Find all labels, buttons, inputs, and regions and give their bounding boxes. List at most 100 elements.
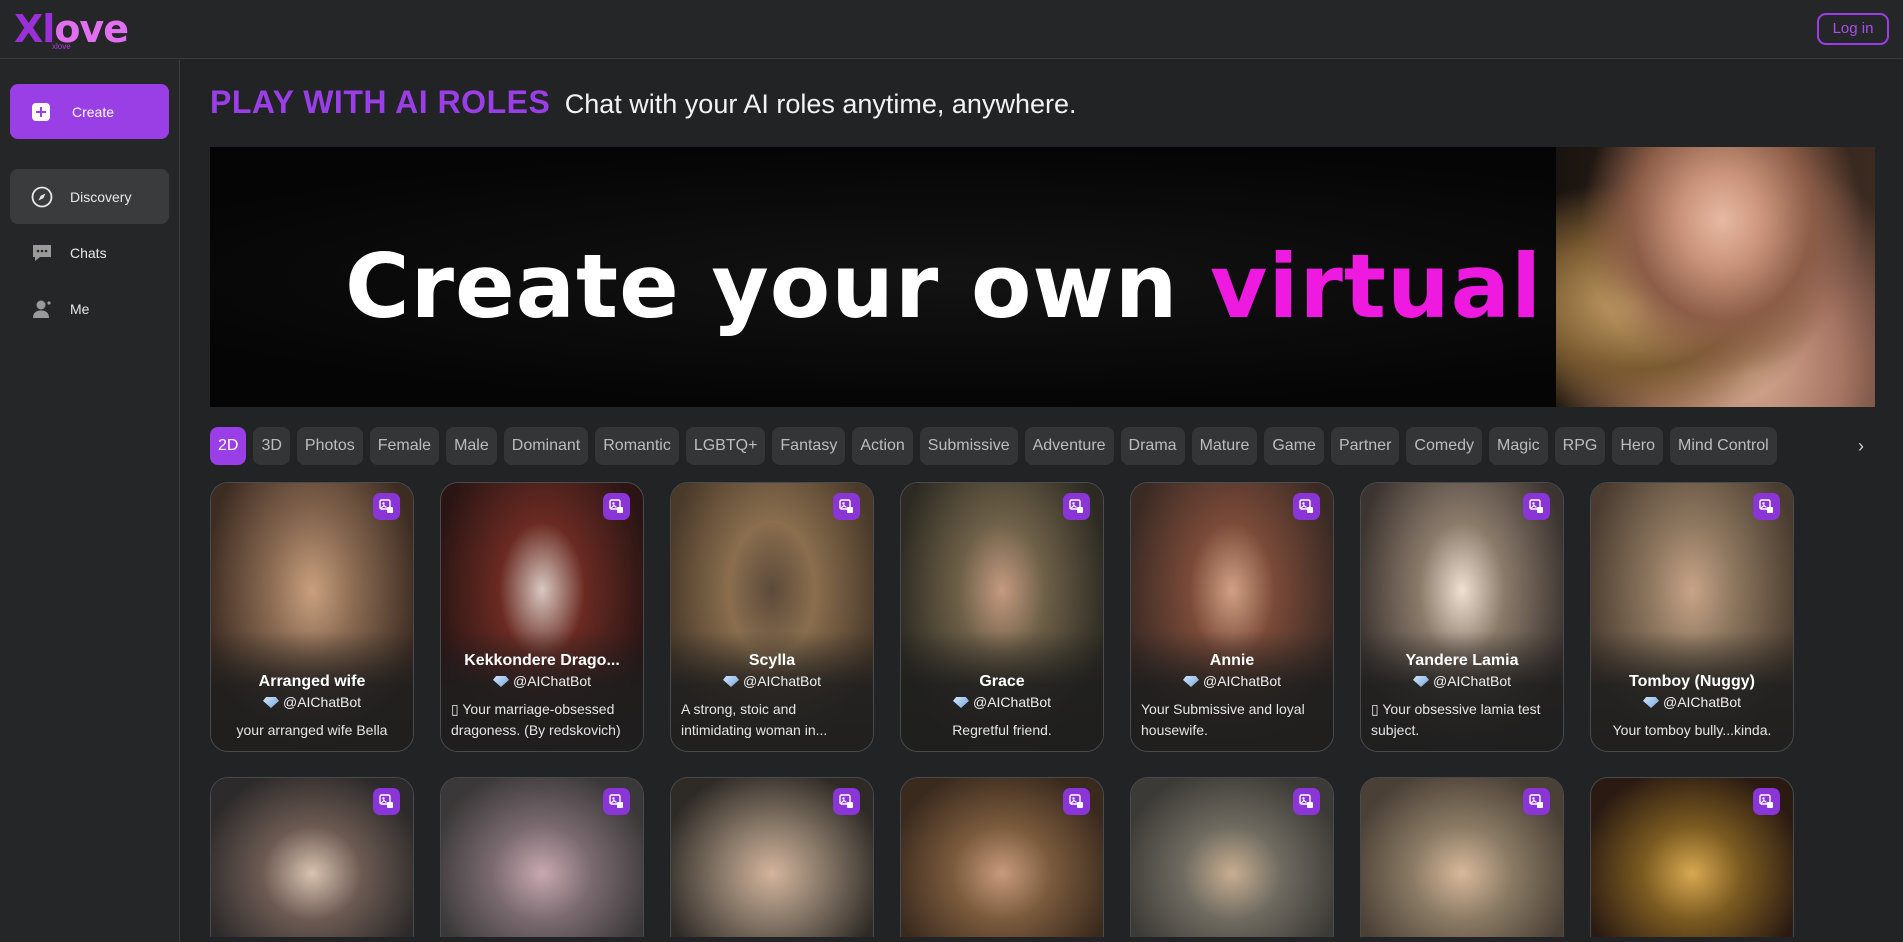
character-description: A strong, stoic and intimidating woman i… xyxy=(681,701,828,738)
category-tag[interactable]: Female xyxy=(369,427,440,465)
category-tag[interactable]: Fantasy xyxy=(772,427,846,465)
page-title: PLAY WITH AI ROLES xyxy=(210,84,551,120)
page-subtitle: Chat with your AI roles anytime, anywher… xyxy=(564,89,1077,119)
character-author: @AIChatBot xyxy=(1141,673,1323,689)
character-card[interactable] xyxy=(1130,777,1334,937)
image-chat-icon[interactable] xyxy=(833,493,860,520)
category-tag[interactable]: Drama xyxy=(1120,427,1185,465)
character-author: @AIChatBot xyxy=(221,694,403,710)
diamond-icon xyxy=(1182,676,1199,687)
chevron-right-icon[interactable]: › xyxy=(1847,427,1875,465)
login-button[interactable]: Log in xyxy=(1817,13,1889,45)
category-tag[interactable]: Hero xyxy=(1612,427,1664,465)
category-tag[interactable]: Male xyxy=(446,427,497,465)
character-card[interactable]: Tomboy (Nuggy) @AIChatBot Your tomboy bull… xyxy=(1590,482,1794,752)
character-card[interactable] xyxy=(440,777,644,937)
category-tag[interactable]: Comedy xyxy=(1406,427,1482,465)
character-card[interactable]: Kekkondere Drago... @AIChatBot ▯ Your marr… xyxy=(440,482,644,752)
banner-model-photo xyxy=(1556,147,1875,407)
character-description: your arranged wife Bella xyxy=(236,722,388,738)
card-info: Tomboy (Nuggy) @AIChatBot Your tomboy bull… xyxy=(1591,673,1793,741)
category-tag[interactable]: 3D xyxy=(253,427,290,465)
card-info: Grace @AIChatBot Regretful friend. xyxy=(901,673,1103,741)
image-chat-icon[interactable] xyxy=(603,788,630,815)
image-chat-icon[interactable] xyxy=(1753,788,1780,815)
category-tag[interactable]: Game xyxy=(1264,427,1324,465)
character-card[interactable] xyxy=(210,777,414,937)
character-card[interactable] xyxy=(1360,777,1564,937)
main-content: PLAY WITH AI ROLES Chat with your AI rol… xyxy=(210,60,1875,942)
character-description: ▯ Your marriage-obsessed dragoness. (By … xyxy=(451,701,621,738)
sidebar-item-chats[interactable]: Chats xyxy=(10,225,169,280)
sidebar-item-label: Discovery xyxy=(70,188,132,205)
image-chat-icon[interactable] xyxy=(1063,788,1090,815)
character-name: Scylla xyxy=(748,652,796,669)
card-info: Yandere Lamia @AIChatBot ▯ Your obsessive … xyxy=(1361,652,1563,741)
create-button[interactable]: Create xyxy=(10,84,169,139)
image-chat-icon[interactable] xyxy=(373,493,400,520)
category-tag[interactable]: Adventure xyxy=(1024,427,1114,465)
image-chat-icon[interactable] xyxy=(603,493,630,520)
diamond-icon xyxy=(492,676,509,687)
category-tag[interactable]: Mature xyxy=(1191,427,1258,465)
category-tag[interactable]: LGBTQ+ xyxy=(685,427,766,465)
sidebar-item-me[interactable]: Me xyxy=(10,281,169,336)
character-name: Arranged wife xyxy=(258,673,366,690)
page-headline: PLAY WITH AI ROLES Chat with your AI rol… xyxy=(210,84,1076,121)
character-card[interactable]: Annie @AIChatBot Your Submissive and loyal… xyxy=(1130,482,1334,752)
image-chat-icon[interactable] xyxy=(1063,493,1090,520)
character-card[interactable]: Scylla @AIChatBot A strong, stoic and inti… xyxy=(670,482,874,752)
chat-bubble-icon xyxy=(30,241,54,265)
category-tag[interactable]: Magic xyxy=(1488,427,1548,465)
author-handle: @AIChatBot xyxy=(742,673,822,689)
plus-icon xyxy=(32,102,50,121)
compass-icon xyxy=(30,185,54,209)
card-info: Kekkondere Drago... @AIChatBot ▯ Your marr… xyxy=(441,652,643,741)
character-description: Your tomboy bully...kinda. xyxy=(1612,722,1772,738)
diamond-icon xyxy=(1412,676,1429,687)
category-tag[interactable]: 2D xyxy=(210,427,247,465)
sidebar-item-label: Chats xyxy=(70,244,107,261)
person-icon xyxy=(30,297,54,321)
category-tag[interactable]: Action xyxy=(852,427,913,465)
image-chat-icon[interactable] xyxy=(833,788,860,815)
diamond-icon xyxy=(722,676,739,687)
character-card[interactable] xyxy=(900,777,1104,937)
logo-subtext: xlove xyxy=(52,42,71,51)
character-card[interactable]: Arranged wife @AIChatBot your arranged wif… xyxy=(210,482,414,752)
author-handle: @AIChatBot xyxy=(972,694,1052,710)
image-chat-icon[interactable] xyxy=(373,788,400,815)
card-info: Arranged wife @AIChatBot your arranged wif… xyxy=(211,673,413,741)
sidebar-item-label: Me xyxy=(70,300,90,317)
character-name: Yandere Lamia xyxy=(1405,652,1519,669)
author-handle: @AIChatBot xyxy=(1662,694,1742,710)
character-name: Annie xyxy=(1209,652,1255,669)
image-chat-icon[interactable] xyxy=(1293,788,1320,815)
character-description: Regretful friend. xyxy=(952,722,1052,738)
author-handle: @AIChatBot xyxy=(282,694,362,710)
category-tag[interactable]: Partner xyxy=(1330,427,1400,465)
xlove-logo[interactable]: Xlove xlove xyxy=(14,6,129,52)
promo-banner[interactable]: Create your own virtual lover xyxy=(210,147,1875,407)
category-tags: 2D 3D Photos Female Male Dominant Romantic LGBT… xyxy=(210,427,1875,465)
card-info: Annie @AIChatBot Your Submissive and loyal… xyxy=(1131,652,1333,741)
category-tag[interactable]: Dominant xyxy=(503,427,589,465)
category-tag[interactable]: RPG xyxy=(1554,427,1606,465)
diamond-icon xyxy=(952,697,969,708)
diamond-icon xyxy=(262,697,279,708)
character-card[interactable] xyxy=(1590,777,1794,937)
image-chat-icon[interactable] xyxy=(1753,493,1780,520)
character-author: @AIChatBot xyxy=(911,694,1093,710)
image-chat-icon[interactable] xyxy=(1523,493,1550,520)
category-tag[interactable]: Submissive xyxy=(919,427,1018,465)
category-tag[interactable]: Photos xyxy=(296,427,363,465)
character-card[interactable]: Yandere Lamia @AIChatBot ▯ Your obsessive … xyxy=(1360,482,1564,752)
sidebar-item-discovery[interactable]: Discovery xyxy=(10,169,169,224)
image-chat-icon[interactable] xyxy=(1523,788,1550,815)
top-bar: Xlove xlove Log in xyxy=(0,0,1903,59)
category-tag[interactable]: Romantic xyxy=(595,427,679,465)
image-chat-icon[interactable] xyxy=(1293,493,1320,520)
category-tag[interactable]: Mind Control xyxy=(1670,427,1777,465)
character-card[interactable] xyxy=(670,777,874,937)
character-card[interactable]: Grace @AIChatBot Regretful friend. xyxy=(900,482,1104,752)
